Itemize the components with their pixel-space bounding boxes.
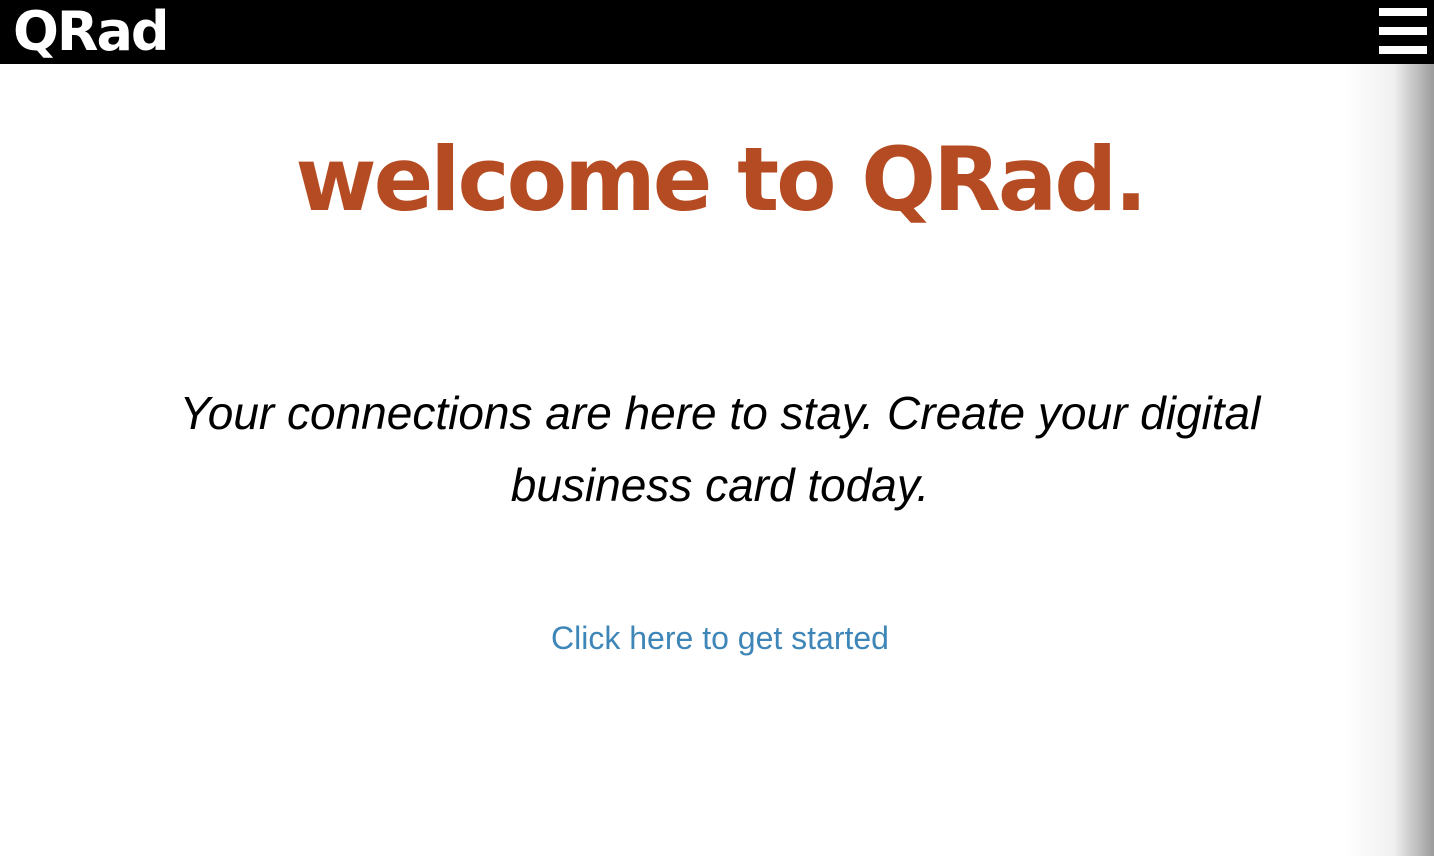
top-navbar: QRad	[0, 0, 1434, 64]
page: QRad welcome to QRad. Your connections a…	[0, 0, 1434, 856]
menu-bar	[1379, 27, 1427, 35]
menu-bar	[1379, 46, 1427, 54]
qrad-logo[interactable]: QRad	[13, 0, 170, 67]
get-started-link[interactable]: Click here to get started	[551, 620, 889, 656]
tagline-text: Your connections are here to stay. Creat…	[179, 387, 1261, 511]
menu-bar	[1379, 8, 1427, 16]
welcome-headline: welcome to QRad.	[295, 128, 1147, 231]
hamburger-menu-icon[interactable]	[1379, 8, 1427, 54]
main-content: welcome to QRad. Your connections are he…	[0, 64, 1434, 856]
get-started-container: Click here to get started	[0, 618, 1434, 658]
